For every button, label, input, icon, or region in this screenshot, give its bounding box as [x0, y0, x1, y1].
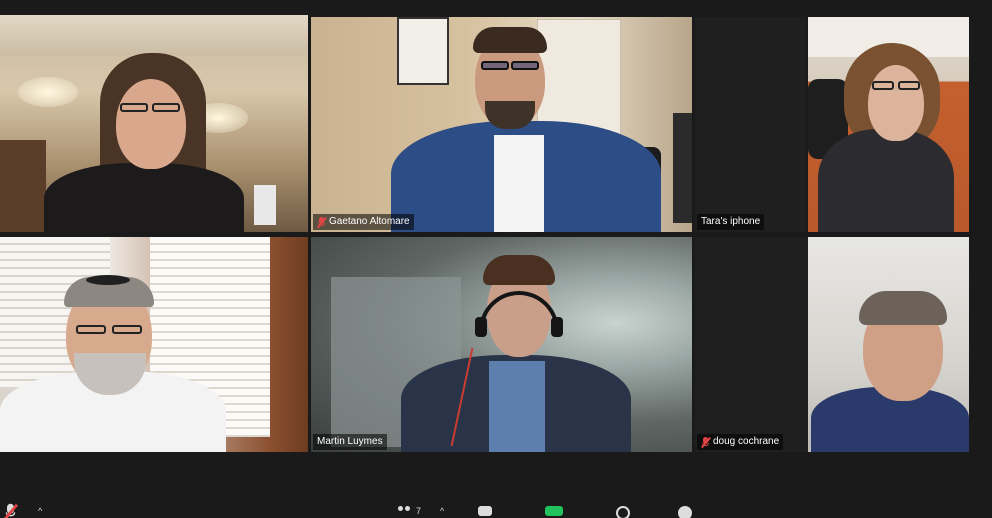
ceiling: [0, 15, 308, 55]
chevron-up-icon: ^: [440, 506, 445, 516]
glasses: [481, 61, 509, 70]
participants-icon: [398, 506, 412, 516]
torso: [818, 129, 954, 232]
glasses: [76, 325, 106, 334]
bookshelf: [0, 140, 46, 232]
wall-poster: [397, 17, 449, 85]
reactions-button[interactable]: [678, 506, 692, 518]
glasses: [898, 81, 920, 90]
face: [116, 79, 186, 169]
video-tile-2[interactable]: Gaetano Altomare: [311, 17, 692, 232]
participant-name: Gaetano Altomare: [329, 216, 410, 227]
participant-name-tag: doug cochrane: [697, 434, 784, 450]
participant-name: doug cochrane: [713, 436, 780, 447]
participant-name-tag: Martin Luymes: [313, 434, 387, 450]
shirt: [489, 361, 545, 452]
share-screen-button[interactable]: [545, 506, 563, 516]
reactions-icon: [678, 506, 692, 518]
video-feed-off: [695, 17, 806, 232]
glasses: [872, 81, 894, 90]
headset-earpiece: [475, 317, 487, 337]
video-tile-5[interactable]: [0, 237, 308, 452]
video-tile-4[interactable]: [808, 17, 969, 232]
video-tile-6[interactable]: Martin Luymes: [311, 237, 692, 452]
video-tile-3[interactable]: Tara's iphone: [695, 17, 806, 232]
chat-button[interactable]: [478, 506, 492, 516]
mic-muted-icon: [316, 216, 327, 228]
record-button[interactable]: [616, 506, 630, 518]
participant-name: Tara's iphone: [701, 216, 761, 227]
glasses: [511, 61, 539, 70]
glasses: [152, 103, 180, 112]
participants-count: 7: [416, 506, 422, 516]
video-tile-1[interactable]: [0, 15, 308, 232]
participant-name-tag: Gaetano Altomare: [313, 214, 414, 230]
participants-button[interactable]: 7: [398, 506, 421, 516]
chevron-up-icon: ^: [38, 506, 43, 516]
shelf: [673, 113, 692, 223]
shirt: [494, 135, 544, 232]
mic-muted-icon: [4, 503, 18, 518]
chat-icon: [478, 506, 492, 516]
hair: [483, 255, 555, 285]
audio-options-button[interactable]: ^: [38, 506, 42, 516]
hair: [859, 291, 947, 325]
glasses: [120, 103, 148, 112]
torso: [44, 163, 244, 232]
participants-options-button[interactable]: ^: [440, 506, 444, 516]
share-screen-icon: [545, 506, 563, 516]
glasses: [112, 325, 142, 334]
mic-muted-icon: [700, 436, 711, 448]
headset-earpiece: [551, 317, 563, 337]
ceiling-light: [18, 77, 78, 107]
meeting-toolbar: ^ 7 ^: [0, 496, 992, 518]
hair: [473, 27, 547, 53]
record-icon: [616, 506, 630, 518]
mute-button[interactable]: [4, 503, 18, 518]
appliance: [254, 185, 276, 225]
video-tile-7[interactable]: doug cochrane: [695, 237, 969, 452]
participant-name-tag: Tara's iphone: [697, 214, 765, 230]
face: [868, 65, 924, 141]
participant-name: Martin Luymes: [317, 436, 383, 447]
kippah: [86, 275, 130, 285]
